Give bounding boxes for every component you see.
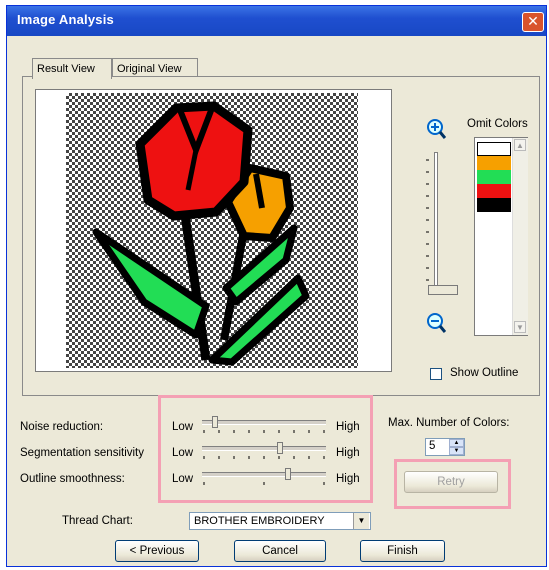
close-button[interactable]: ✕: [522, 12, 544, 32]
segmentation-high-label: High: [336, 447, 360, 459]
tulip-image: [66, 93, 358, 368]
scroll-down-icon[interactable]: ▼: [514, 321, 526, 333]
thread-chart-label: Thread Chart:: [62, 515, 133, 527]
cancel-button[interactable]: Cancel: [234, 540, 326, 562]
zoom-in-icon[interactable]: [426, 118, 447, 143]
finish-button[interactable]: Finish: [360, 540, 445, 562]
cancel-button-label: Cancel: [262, 545, 298, 557]
color-swatch[interactable]: [477, 198, 511, 212]
max-colors-value[interactable]: 5: [429, 440, 435, 452]
color-swatch[interactable]: [477, 142, 511, 156]
title-bar[interactable]: Image Analysis ✕: [7, 6, 546, 36]
previous-button[interactable]: < Previous: [115, 540, 199, 562]
color-swatch-list: [477, 142, 511, 212]
color-swatch[interactable]: [477, 184, 511, 198]
zoom-out-icon[interactable]: [426, 312, 447, 337]
tab-result-view-label: Result View: [37, 63, 95, 75]
tab-result-view[interactable]: Result View: [32, 58, 112, 79]
color-swatch[interactable]: [477, 156, 511, 170]
segmentation-sensitivity-slider[interactable]: [202, 442, 328, 460]
scroll-up-icon[interactable]: ▲: [514, 139, 526, 151]
zoom-slider-thumb[interactable]: [428, 285, 458, 295]
zoom-slider-track[interactable]: [434, 152, 438, 294]
tab-original-view-label: Original View: [117, 63, 182, 75]
thread-chart-value: BROTHER EMBROIDERY: [194, 515, 325, 527]
outline-low-label: Low: [172, 473, 194, 485]
segmentation-slider-thumb[interactable]: [277, 442, 283, 454]
show-outline-checkbox[interactable]: [430, 368, 442, 380]
noise-slider-track: [202, 420, 326, 425]
outline-smoothness-slider[interactable]: [202, 468, 328, 486]
dropdown-arrow-icon[interactable]: ▼: [353, 513, 369, 529]
close-icon: ✕: [527, 13, 539, 29]
omit-colors-scrollbar[interactable]: ▲ ▼: [512, 138, 528, 335]
zoom-slider-ticks: [426, 158, 434, 291]
outline-high-label: High: [336, 473, 360, 485]
outline-smoothness-label: Outline smoothness:: [20, 473, 125, 485]
noise-low-label: Low: [172, 421, 194, 433]
previous-button-label: < Previous: [129, 545, 185, 557]
spin-up-icon[interactable]: ▲: [449, 439, 464, 447]
outline-slider-thumb[interactable]: [285, 468, 291, 480]
segmentation-sensitivity-label: Segmentation sensitivity: [20, 447, 145, 459]
segmentation-low-label: Low: [172, 447, 194, 459]
spin-down-icon[interactable]: ▼: [449, 447, 464, 455]
max-colors-label: Max. Number of Colors:: [388, 417, 510, 429]
noise-high-label: High: [336, 421, 360, 433]
noise-reduction-label: Noise reduction:: [20, 421, 104, 433]
tab-original-view[interactable]: Original View: [112, 58, 198, 78]
retry-button[interactable]: Retry: [404, 471, 498, 493]
omit-colors-list[interactable]: ▲ ▼: [474, 137, 528, 336]
max-colors-spinner[interactable]: 5 ▲ ▼: [425, 438, 465, 456]
retry-button-label: Retry: [437, 476, 465, 488]
finish-button-label: Finish: [387, 545, 418, 557]
show-outline-label: Show Outline: [450, 367, 519, 379]
segmentation-slider-track: [202, 446, 326, 451]
window-title: Image Analysis: [17, 12, 114, 27]
color-swatch[interactable]: [477, 170, 511, 184]
noise-slider-thumb[interactable]: [212, 416, 218, 428]
image-preview: [35, 89, 392, 372]
outline-slider-track: [202, 472, 326, 477]
omit-colors-label: Omit Colors: [467, 118, 528, 130]
noise-reduction-slider[interactable]: [202, 416, 328, 434]
thread-chart-select[interactable]: BROTHER EMBROIDERY ▼: [189, 512, 371, 530]
